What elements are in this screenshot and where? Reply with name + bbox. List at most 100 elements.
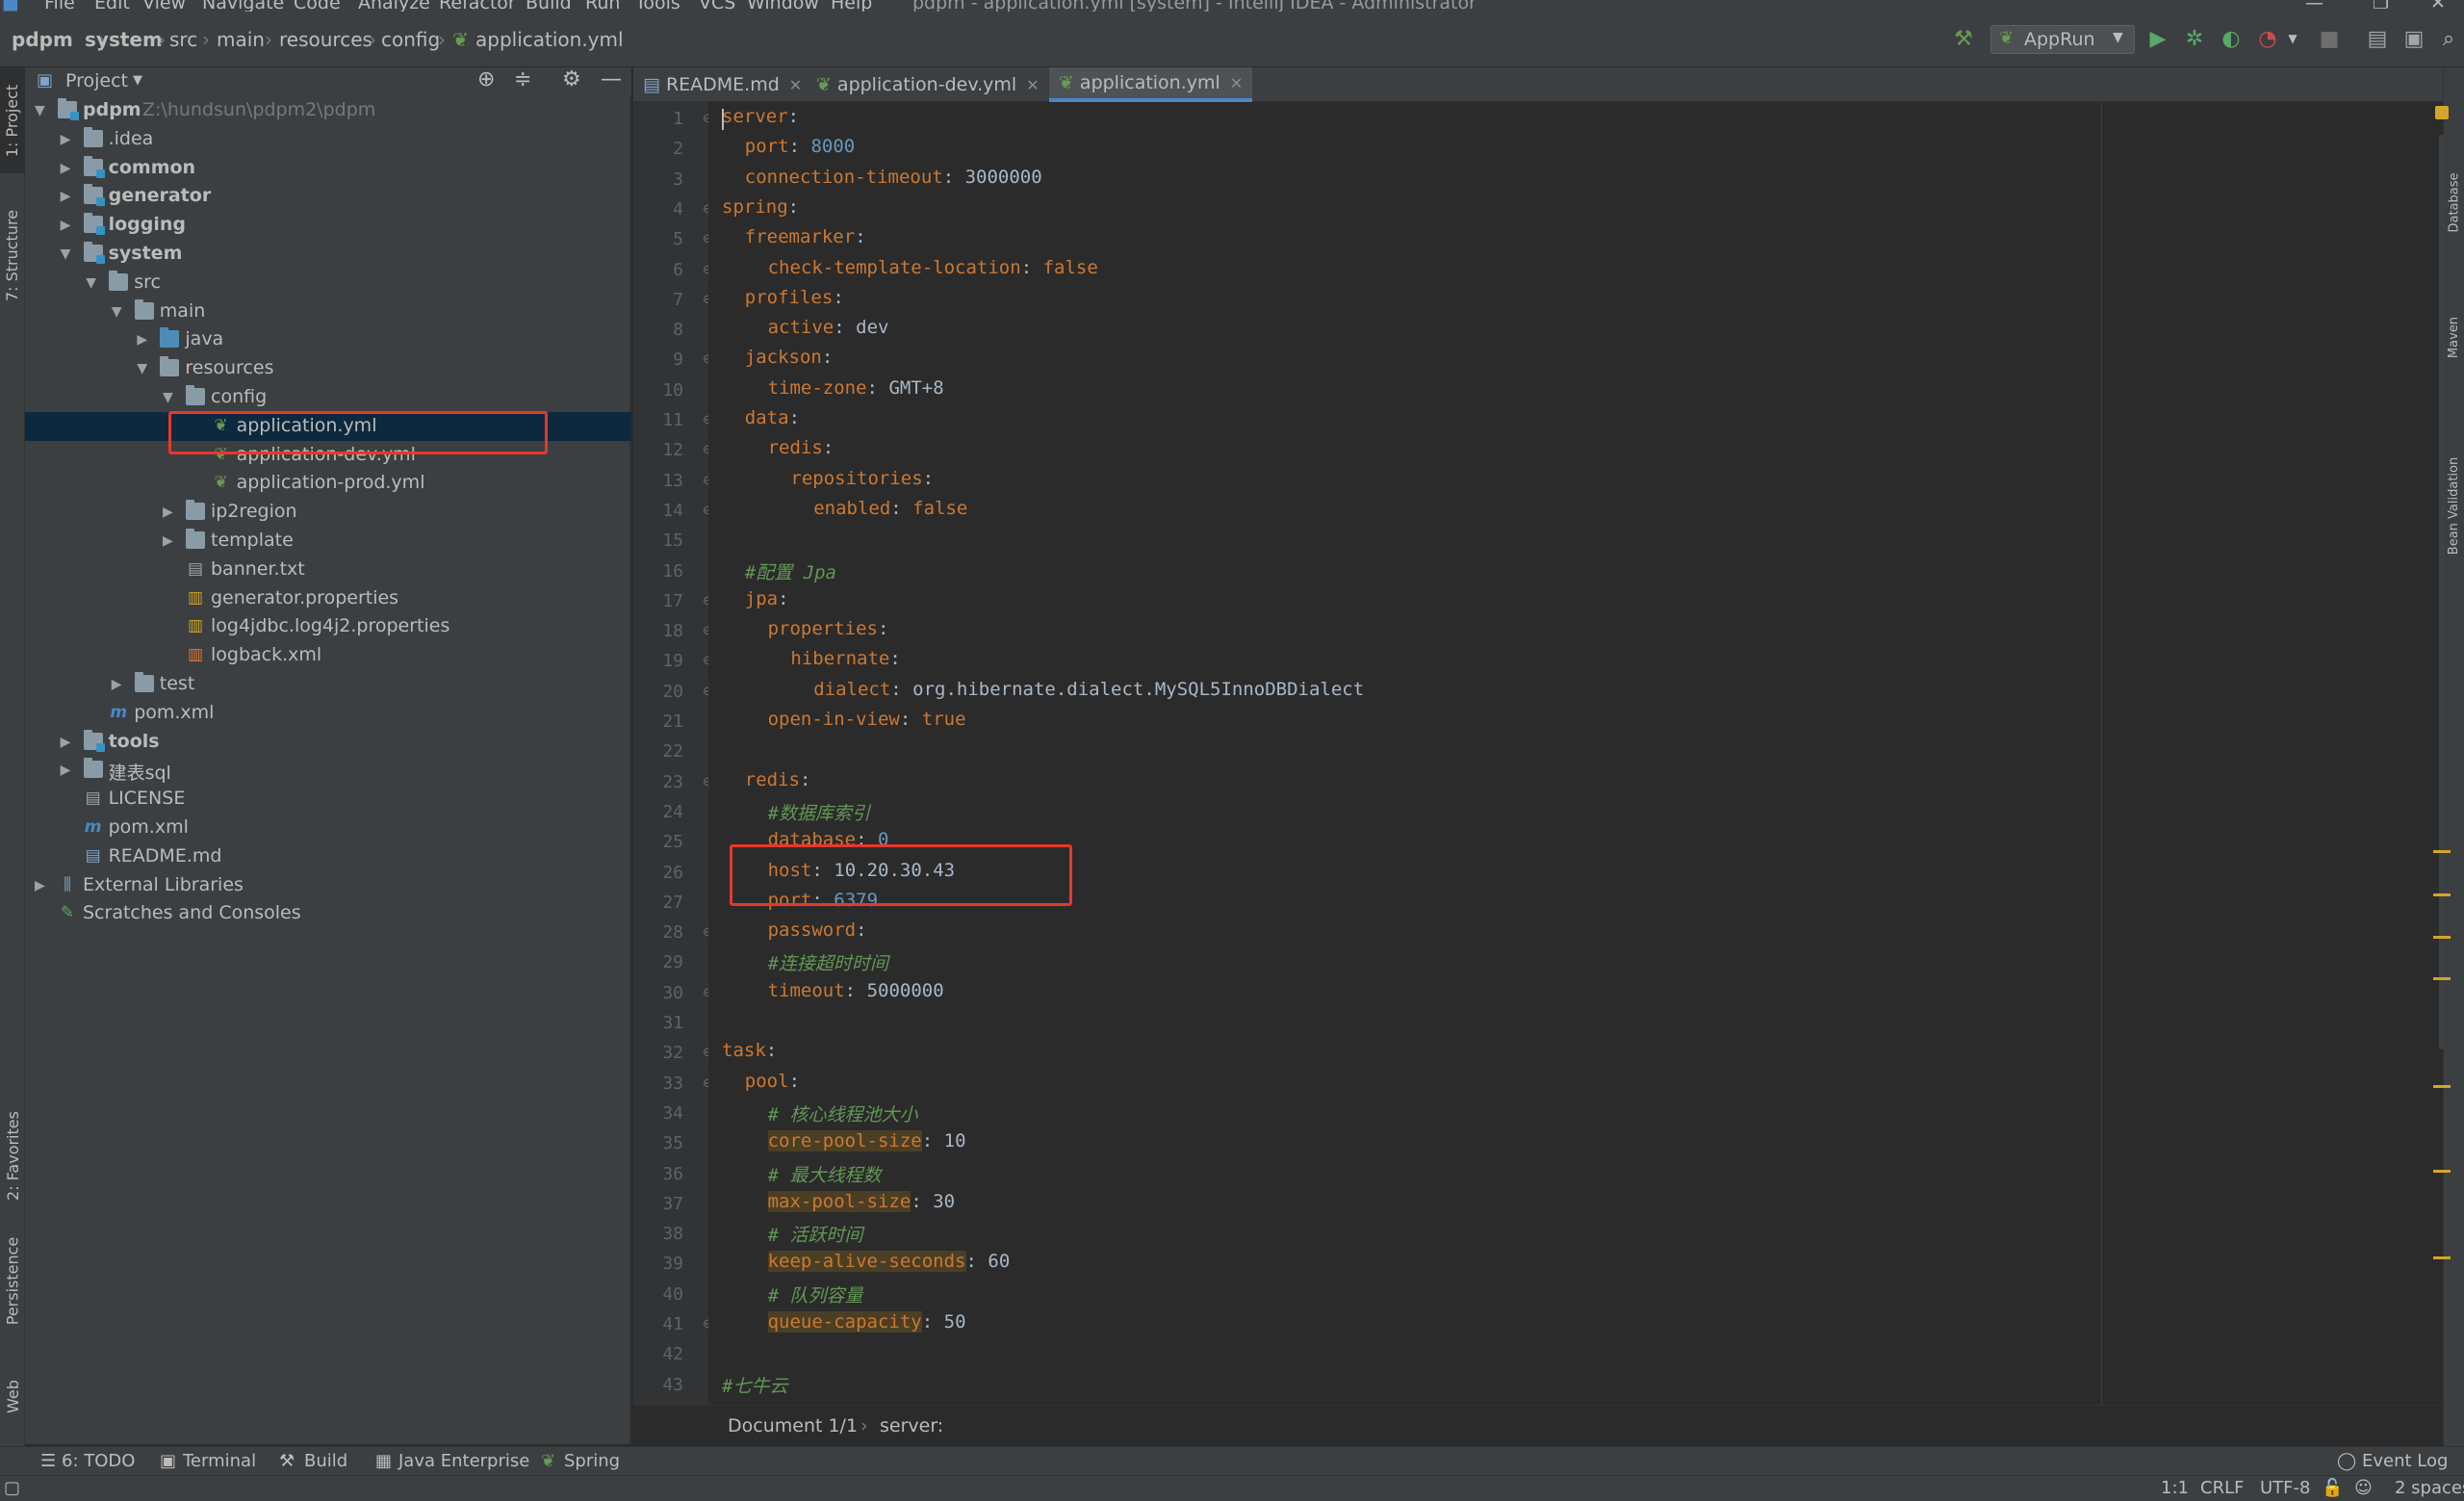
menu-tools[interactable]: Tools <box>635 0 680 12</box>
breadcrumb-resources[interactable]: resources <box>279 28 372 51</box>
window-layout-icon[interactable]: ▣ <box>2400 25 2427 52</box>
close-tab-icon[interactable]: ✕ <box>789 76 802 94</box>
line-number[interactable]: 31 <box>633 1013 683 1033</box>
project-view-selector[interactable]: Project <box>65 70 128 91</box>
tree-node[interactable]: ▶ ⫼ External Libraries <box>25 871 631 900</box>
line-number[interactable]: 35 <box>633 1133 683 1153</box>
tab-application-yml[interactable]: ❦ application.yml ✕ <box>1049 67 1253 102</box>
menu-build[interactable]: Build <box>526 0 572 12</box>
line-number[interactable]: 13 <box>633 471 683 491</box>
code-line[interactable]: open-in-view: true <box>768 709 966 730</box>
tree-node[interactable]: ▶ generator <box>25 182 631 211</box>
code-line[interactable]: data: <box>745 407 800 428</box>
line-number[interactable]: 12 <box>633 440 683 460</box>
line-number[interactable]: 28 <box>633 922 683 943</box>
menu-code[interactable]: Code <box>294 0 341 12</box>
warning-stripe-mark[interactable] <box>2433 893 2451 896</box>
breadcrumb-system[interactable]: system <box>85 28 163 51</box>
warning-stripe-mark[interactable] <box>2433 936 2451 939</box>
code-line[interactable]: check-template-location: false <box>768 257 1098 278</box>
breadcrumb-application-yml[interactable]: application.yml <box>475 28 624 51</box>
code-line[interactable]: time-zone: GMT+8 <box>768 377 944 399</box>
line-number[interactable]: 16 <box>633 561 683 582</box>
tool-tab-bean-validation[interactable]: Bean Validation <box>2444 414 2464 597</box>
tool-tab-structure[interactable]: 7: Structure <box>0 193 25 318</box>
tool-tab-project[interactable]: 1: Project <box>0 67 25 173</box>
code-line[interactable]: freemarker: <box>745 226 866 247</box>
breadcrumb-src[interactable]: src <box>169 28 197 51</box>
close-icon[interactable]: ✕ <box>2430 0 2446 12</box>
tree-node[interactable]: ▼ main <box>25 298 631 326</box>
tree-node[interactable]: ▶ common <box>25 154 631 183</box>
warning-stripe-mark[interactable] <box>2433 850 2451 853</box>
gear-icon[interactable]: ⚙ <box>562 67 581 91</box>
tab-application-dev-yml[interactable]: ❦ application-dev.yml ✕ <box>807 67 1049 102</box>
line-number[interactable]: 38 <box>633 1224 683 1244</box>
code-line[interactable]: redis: <box>768 437 834 458</box>
code-line[interactable]: #数据库索引 <box>768 799 870 825</box>
code-line[interactable]: #配置 Jpa <box>745 558 836 584</box>
tab-readme[interactable]: ▤ README.md ✕ <box>633 67 811 102</box>
tree-node[interactable]: m pom.xml <box>25 699 631 728</box>
stop-icon[interactable]: ■ <box>2316 25 2343 52</box>
line-number[interactable]: 36 <box>633 1164 683 1184</box>
expand-arrow-down-icon[interactable]: ▼ <box>112 304 122 320</box>
tree-node[interactable]: ▶ test <box>25 670 631 699</box>
project-structure-icon[interactable]: ▤ <box>2364 25 2391 52</box>
collapse-all-icon[interactable]: ≑ <box>514 67 531 91</box>
menu-help[interactable]: Help <box>831 0 872 12</box>
tool-tab-web[interactable]: Web <box>0 1358 25 1435</box>
line-number[interactable]: 21 <box>633 712 683 732</box>
menu-refactor[interactable]: Refactor <box>439 0 516 12</box>
tree-node[interactable]: ▼ config <box>25 383 631 412</box>
tree-node[interactable]: ❦ application-prod.yml <box>25 469 631 498</box>
expand-arrow-right-icon[interactable]: ▶ <box>61 218 71 233</box>
warning-stripe-mark[interactable] <box>2433 1170 2451 1173</box>
code-line[interactable]: queue-capacity: 50 <box>767 1311 966 1333</box>
profile-dropdown-icon[interactable]: ▼ <box>2279 25 2306 52</box>
line-number[interactable]: 42 <box>633 1344 683 1364</box>
code-line[interactable]: server: <box>722 106 799 127</box>
tree-node[interactable]: ▶ logging <box>25 211 631 240</box>
code-line[interactable]: enabled: false <box>813 498 967 519</box>
tree-node[interactable]: ▶ 建表sql <box>25 756 631 785</box>
warning-stripe-mark[interactable] <box>2433 977 2451 980</box>
tree-node[interactable]: ▶ template <box>25 527 631 556</box>
expand-arrow-right-icon[interactable]: ▶ <box>163 533 173 549</box>
line-number[interactable]: 2 <box>633 139 683 159</box>
expand-arrow-right-icon[interactable]: ▶ <box>61 161 71 176</box>
tree-node[interactable]: m pom.xml <box>25 814 631 842</box>
tree-node[interactable]: ▼ pdpm Z:\hundsun\pdpm2\pdpm <box>25 96 631 125</box>
close-tab-icon[interactable]: ✕ <box>1230 74 1243 92</box>
tool-button-java-enterprise[interactable]: Java Enterprise <box>398 1451 529 1471</box>
tree-node[interactable]: ▤ banner.txt <box>25 556 631 584</box>
line-number[interactable]: 41 <box>633 1314 683 1334</box>
indent-setting[interactable]: 2 spaces <box>2395 1478 2464 1498</box>
search-everywhere-icon[interactable]: ⌕ <box>2435 25 2462 52</box>
breadcrumb-main[interactable]: main <box>217 28 265 51</box>
code-line[interactable]: repositories: <box>790 468 934 489</box>
inspection-warning-icon[interactable] <box>2435 106 2449 119</box>
code-line[interactable]: connection-timeout: 3000000 <box>745 167 1042 188</box>
code-line[interactable]: properties: <box>768 618 889 639</box>
tree-node[interactable]: ▶ .idea <box>25 125 631 154</box>
code-editor[interactable]: server: port: 8000 connection-timeout: 300… <box>708 102 2441 1405</box>
tool-button-build[interactable]: Build <box>304 1451 347 1471</box>
menu-navigate[interactable]: Navigate <box>202 0 284 12</box>
code-line[interactable]: task: <box>722 1040 777 1061</box>
line-number[interactable]: 23 <box>633 772 683 792</box>
line-number[interactable]: 17 <box>633 591 683 611</box>
run-config-dropdown[interactable]: ❦ AppRun ▼ <box>1990 25 2135 54</box>
line-number[interactable]: 3 <box>633 169 683 190</box>
code-line[interactable]: jackson: <box>745 347 834 368</box>
breadcrumb-config[interactable]: config <box>381 28 440 51</box>
inspector-icon[interactable]: ☺ <box>2354 1478 2373 1498</box>
tree-node[interactable]: ▶ tools <box>25 728 631 757</box>
line-number[interactable]: 11 <box>633 410 683 430</box>
line-number[interactable]: 5 <box>633 229 683 249</box>
code-line[interactable]: # 活跃时间 <box>768 1221 863 1247</box>
tool-button-todo[interactable]: 6: TODO <box>62 1451 135 1471</box>
line-number[interactable]: 24 <box>633 802 683 822</box>
line-separator[interactable]: CRLF <box>2200 1478 2244 1498</box>
line-number[interactable]: 22 <box>633 741 683 762</box>
